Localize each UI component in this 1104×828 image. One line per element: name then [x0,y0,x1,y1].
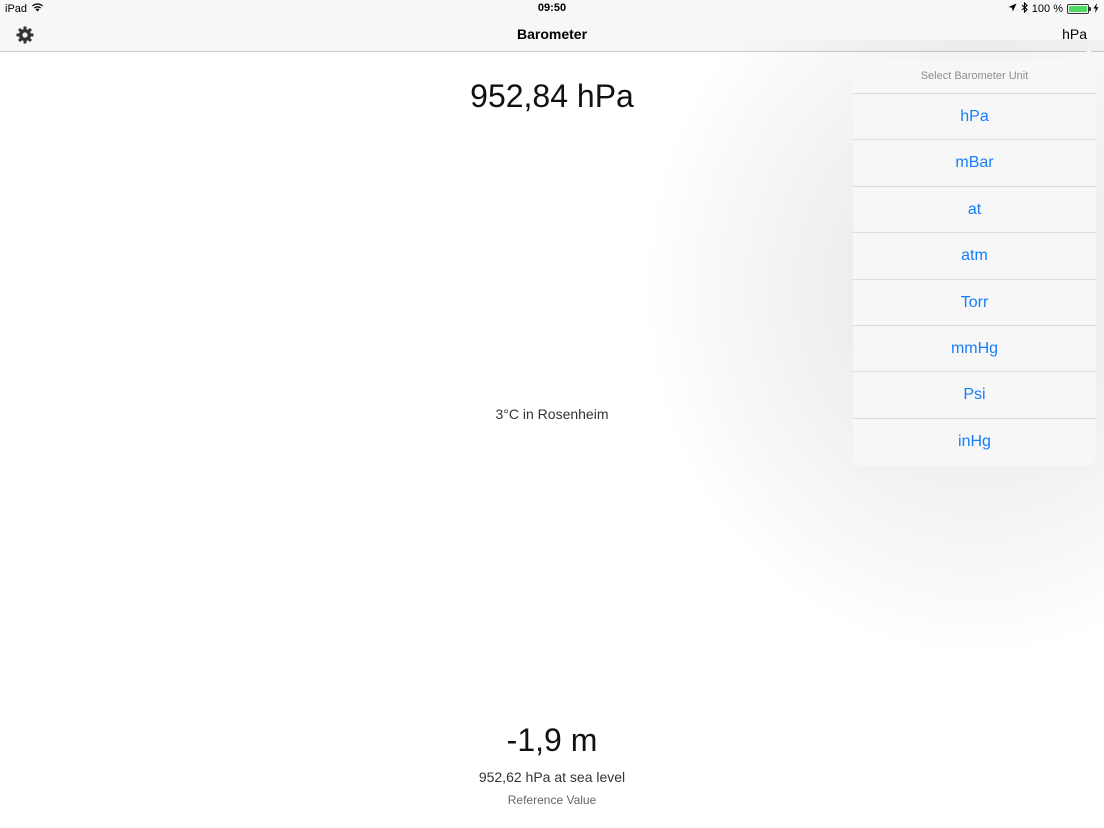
bluetooth-icon [1021,1,1028,16]
nav-bar: Barometer hPa [0,18,1104,52]
altitude-value: -1,9 m [506,722,598,758]
battery-icon [1067,4,1091,14]
unit-option-mmhg[interactable]: mmHg [853,326,1096,373]
status-right: 100 % [1008,1,1099,16]
reference-value-label[interactable]: Reference Value [0,793,1104,807]
unit-option-inhg[interactable]: inHg [853,419,1096,465]
unit-option-torr[interactable]: Torr [853,280,1096,326]
status-bar: iPad 09:50 100 % [0,0,1104,18]
unit-option-atm[interactable]: atm [853,233,1096,280]
popover-header: Select Barometer Unit [853,59,1096,94]
popover-arrow [1079,49,1099,59]
sea-level-text: 952,62 hPa at sea level [478,769,626,785]
unit-popover: Select Barometer Unit hPa mBar at atm To… [853,59,1096,466]
location-arrow-icon [1008,3,1017,15]
unit-button[interactable]: hPa [1062,26,1087,42]
battery-cap [1089,7,1091,11]
charging-bolt-icon [1093,2,1099,16]
unit-option-psi[interactable]: Psi [853,372,1096,419]
unit-option-mbar[interactable]: mBar [853,140,1096,187]
battery-fill [1069,6,1087,12]
battery-percent: 100 % [1031,3,1063,15]
nav-title: Barometer [516,26,588,42]
screen: iPad 09:50 100 % Barometer hPa 952,84 hP… [0,0,1104,828]
status-time: 09:50 [537,2,567,14]
unit-option-at[interactable]: at [853,187,1096,234]
unit-option-hpa[interactable]: hPa [853,94,1096,141]
